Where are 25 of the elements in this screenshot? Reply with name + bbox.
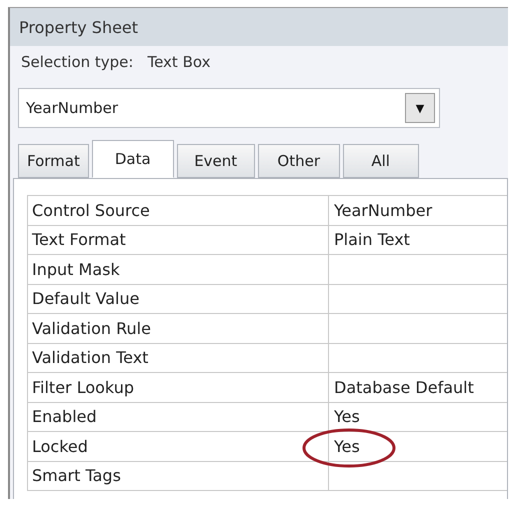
property-name: Text Format	[28, 226, 329, 254]
property-value[interactable]: Yes	[334, 407, 360, 426]
window-title: Property Sheet	[19, 18, 138, 36]
property-name: Filter Lookup	[28, 373, 329, 402]
property-value[interactable]: Yes	[334, 436, 360, 456]
property-value[interactable]: YearNumber	[334, 200, 432, 220]
property-name: Control Source	[28, 196, 329, 224]
property-name: Smart Tags	[28, 462, 329, 490]
property-value[interactable]: Database Default	[334, 378, 474, 397]
selection-type-value: Text Box	[147, 53, 210, 73]
tab[interactable]: Event	[176, 144, 255, 178]
property-name: Default Value	[28, 284, 329, 313]
tab[interactable]: Other	[258, 144, 340, 178]
dropdown-button[interactable]: ▼	[405, 93, 435, 123]
property-name: Input Mask	[28, 255, 329, 284]
tab[interactable]: Data	[92, 140, 174, 178]
property-name: Validation Text	[28, 344, 329, 372]
tab[interactable]: All	[342, 144, 419, 178]
object-dropdown[interactable]: YearNumber ▼	[18, 88, 440, 128]
tab[interactable]: Format	[18, 144, 89, 178]
selection-type-label: Selection type:	[21, 53, 134, 73]
property-value[interactable]: Plain Text	[334, 230, 410, 250]
property-name: Validation Rule	[28, 314, 329, 342]
property-name: Locked	[28, 432, 329, 460]
property-name: Enabled	[28, 402, 329, 431]
